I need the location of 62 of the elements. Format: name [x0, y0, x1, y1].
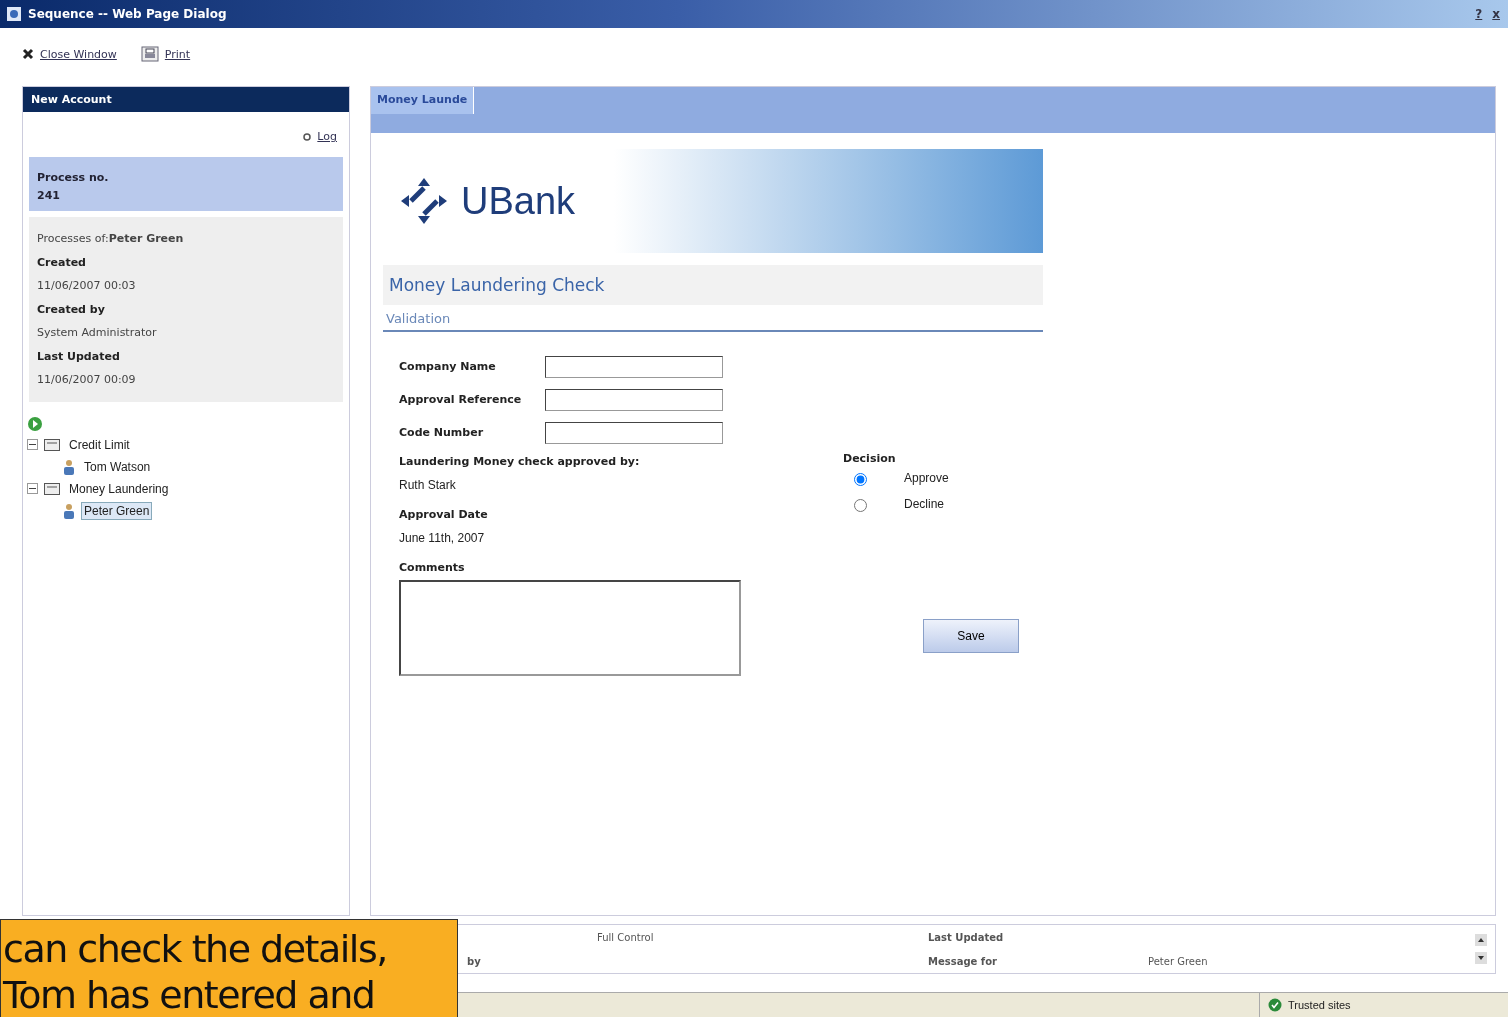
help-button[interactable]: ?	[1473, 7, 1485, 21]
approval-date: June 11th, 2007	[399, 530, 486, 547]
scroll-up-icon	[1475, 934, 1487, 946]
owner-text: Processes of:Peter Green	[37, 231, 185, 247]
detail-value: 11/06/2007 00:09	[37, 372, 137, 388]
option-label: Decline	[904, 497, 945, 511]
printer-icon	[140, 46, 159, 62]
info-cell-text: Message for	[928, 955, 998, 967]
radio-button[interactable]	[854, 499, 867, 512]
field-label: Approval Reference	[399, 393, 523, 406]
window-icon	[6, 6, 22, 22]
close-window-link[interactable]: Close Window	[22, 47, 117, 61]
date-label: Approval Date	[399, 507, 489, 521]
process-label: Process no.	[37, 170, 110, 186]
detail-label: Last Updated	[37, 348, 121, 365]
info-cell-text: by	[467, 955, 482, 967]
window-title: Sequence -- Web Page Dialog	[28, 7, 228, 21]
zone-text: Trusted sites	[1288, 999, 1351, 1011]
approver-name: Ruth Stark	[399, 477, 457, 494]
info-cell-text: Last Updated	[928, 931, 1005, 943]
comments-label: Comments	[399, 560, 466, 574]
folder-icon	[44, 438, 60, 451]
person-icon	[63, 502, 75, 519]
tab[interactable]: Money Launde	[371, 87, 475, 114]
field-label: Company Name	[399, 360, 497, 373]
callout-text: can check the details,	[3, 926, 388, 972]
check-icon	[1268, 998, 1282, 1012]
person-icon	[63, 458, 75, 475]
info-cell-text: Peter Green	[1148, 955, 1209, 967]
option-label: Approve	[904, 471, 949, 485]
field-label: Code Number	[399, 426, 485, 439]
form-title: Money Laundering Check	[383, 265, 1043, 305]
callout-text: Tom has entered and	[3, 972, 376, 1017]
logo-text: UBank	[461, 179, 576, 223]
process-number: 241	[37, 188, 61, 204]
input-field[interactable]	[545, 421, 723, 444]
tree-item[interactable]: Tom Watson	[81, 457, 154, 476]
tree-item[interactable]: Peter Green	[81, 501, 153, 520]
input-field[interactable]	[545, 388, 723, 411]
add-icon	[27, 415, 43, 432]
tree-item[interactable]: Money Laundering	[66, 479, 172, 498]
input-field[interactable]	[545, 355, 723, 378]
detail-label: Created	[37, 254, 87, 271]
comments-field[interactable]	[399, 580, 741, 676]
scroll-down-icon	[1475, 952, 1487, 964]
radio-button[interactable]	[854, 473, 867, 486]
panel-header: New Account	[23, 87, 349, 112]
detail-value: 11/06/2007 00:03	[37, 278, 137, 294]
close-icon	[22, 48, 34, 60]
approver-label: Laundering Money check approved by:	[399, 454, 641, 468]
detail-value: System Administrator	[37, 325, 158, 341]
tree-item[interactable]: Credit Limit	[66, 435, 133, 454]
info-cell-text: Full Control	[597, 931, 655, 943]
close-button[interactable]: x	[1490, 7, 1502, 21]
bullet-icon	[303, 132, 312, 141]
log-link[interactable]: Log	[303, 130, 337, 143]
detail-label: Created by	[37, 301, 106, 318]
print-link[interactable]: Print	[140, 46, 191, 62]
folder-icon	[44, 482, 60, 495]
save-button[interactable]: Save	[923, 619, 1019, 653]
section-title: Validation	[383, 305, 1043, 332]
decision-label: Decision	[843, 451, 897, 465]
